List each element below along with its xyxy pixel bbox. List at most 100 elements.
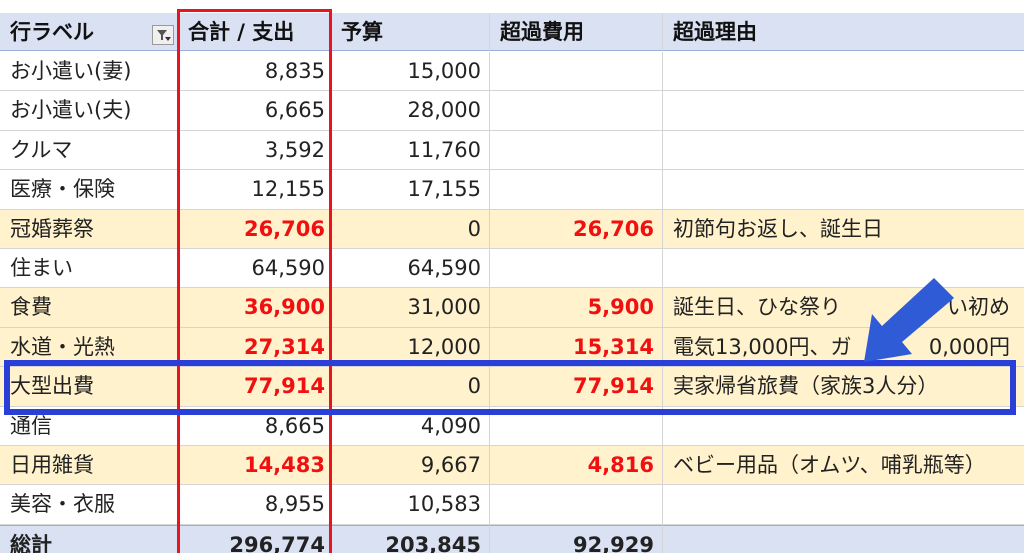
- header-row-label[interactable]: 行ラベル: [0, 13, 178, 51]
- spend-cell[interactable]: 6,665: [178, 91, 331, 131]
- row-label-cell-text: 食費: [10, 295, 52, 320]
- spend-cell[interactable]: 3,592: [178, 130, 331, 171]
- header-row-label-text: 行ラベル: [10, 20, 94, 44]
- reason-cell[interactable]: 初節句お返し、誕生日: [663, 210, 1024, 249]
- row-label-cell[interactable]: 大型出費: [0, 367, 178, 407]
- row-label-cell-text: 大型出費: [10, 374, 94, 399]
- reason-cell-tail-text: い初め: [947, 295, 1010, 320]
- header-spend[interactable]: 合計 / 支出: [178, 13, 331, 51]
- row-label-cell[interactable]: 日用雑貨: [0, 446, 178, 486]
- budget-cell[interactable]: 4,090: [331, 406, 490, 446]
- spend-cell-text: 64,590: [251, 256, 325, 280]
- row-label-cell[interactable]: 医療・保険: [0, 170, 178, 210]
- budget-cell[interactable]: 31,000: [331, 288, 490, 328]
- budget-cell[interactable]: 10,583: [331, 485, 490, 525]
- header-budget[interactable]: 予算: [331, 13, 490, 51]
- budget-cell-text: 17,155: [407, 177, 481, 202]
- spend-cell[interactable]: 26,706: [178, 209, 331, 249]
- spend-cell[interactable]: 27,314: [178, 327, 331, 368]
- row-label-cell-text: 住まい: [10, 256, 73, 280]
- total-excess[interactable]: 92,929: [490, 524, 663, 553]
- budget-cell[interactable]: 9,667: [331, 446, 490, 486]
- excess-cell[interactable]: 77,914: [490, 367, 663, 407]
- excess-cell[interactable]: 4,816: [490, 446, 663, 486]
- budget-cell-text: 11,760: [407, 137, 481, 162]
- total-budget[interactable]: 203,845: [331, 524, 490, 553]
- budget-cell[interactable]: 12,000: [331, 327, 490, 368]
- excess-cell-text: 4,816: [587, 453, 654, 477]
- budget-cell[interactable]: 15,000: [331, 52, 490, 92]
- spend-cell[interactable]: 36,900: [178, 288, 331, 328]
- excess-cell[interactable]: [490, 91, 663, 131]
- row-label-cell-text: 医療・保険: [10, 177, 115, 202]
- total-label[interactable]: 総計: [0, 524, 178, 553]
- budget-cell-text: 4,090: [420, 413, 481, 438]
- row-label-cell[interactable]: 食費: [0, 288, 178, 328]
- budget-cell[interactable]: 64,590: [331, 249, 490, 289]
- row-label-cell-text: お小遣い(夫): [10, 98, 132, 123]
- row-label-cell[interactable]: 水道・光熱: [0, 327, 178, 368]
- spend-cell-text: 77,914: [243, 374, 325, 399]
- budget-cell-text: 28,000: [407, 98, 481, 123]
- excess-cell[interactable]: [490, 249, 663, 289]
- row-label-cell[interactable]: お小遣い(夫): [0, 91, 178, 131]
- total-reason[interactable]: [663, 524, 1024, 553]
- row-label-cell[interactable]: お小遣い(妻): [0, 52, 178, 92]
- budget-cell[interactable]: 28,000: [331, 91, 490, 131]
- reason-cell[interactable]: [663, 170, 1024, 210]
- reason-cell-text: 電気13,000円、ガ: [673, 334, 852, 359]
- excess-cell[interactable]: [490, 170, 663, 210]
- row-label-cell[interactable]: 通信: [0, 406, 178, 446]
- row-label-cell[interactable]: 住まい: [0, 249, 178, 289]
- excess-cell[interactable]: [490, 52, 663, 92]
- filter-dropdown-icon[interactable]: [152, 25, 174, 45]
- reason-cell[interactable]: [663, 131, 1024, 171]
- row-label-cell[interactable]: クルマ: [0, 130, 178, 171]
- pivot-table-sheet: 行ラベル 合計 / 支出 予算 超過費用 超過理由 お小遣い(妻) 8,835 15…: [0, 0, 1024, 553]
- spend-cell-text: 27,314: [243, 334, 325, 359]
- table-row: 日用雑貨 14,483 9,667 4,816 ベビー用品（オムツ、哺乳瓶等）: [0, 446, 1024, 486]
- spend-cell-text: 6,665: [264, 98, 325, 123]
- excess-cell[interactable]: [490, 485, 663, 525]
- excess-cell[interactable]: [490, 406, 663, 446]
- reason-cell[interactable]: [663, 91, 1024, 131]
- spend-cell-text: 12,155: [251, 177, 325, 202]
- header-reason[interactable]: 超過理由: [663, 13, 1024, 51]
- spend-cell[interactable]: 8,955: [178, 485, 331, 525]
- budget-cell-text: 9,667: [420, 453, 481, 477]
- spend-cell[interactable]: 77,914: [178, 367, 331, 407]
- spend-cell-text: 26,706: [243, 216, 325, 241]
- spend-cell-text: 8,665: [264, 413, 325, 438]
- reason-cell[interactable]: 電気13,000円、ガ 0,000円: [663, 328, 1024, 368]
- row-label-cell-text: 水道・光熱: [10, 334, 115, 359]
- reason-cell[interactable]: 誕生日、ひな祭り い初め: [663, 288, 1024, 328]
- header-excess[interactable]: 超過費用: [490, 13, 663, 51]
- reason-cell[interactable]: 実家帰省旅費（家族3人分）: [663, 367, 1024, 407]
- spend-cell[interactable]: 14,483: [178, 446, 331, 486]
- spend-cell[interactable]: 8,835: [178, 52, 331, 92]
- table-row: 通信 8,665 4,090: [0, 406, 1024, 446]
- excess-cell[interactable]: 26,706: [490, 209, 663, 249]
- reason-cell[interactable]: ベビー用品（オムツ、哺乳瓶等）: [663, 446, 1024, 486]
- spend-cell[interactable]: 64,590: [178, 249, 331, 289]
- excess-cell[interactable]: 5,900: [490, 288, 663, 328]
- budget-cell-text: 31,000: [407, 295, 481, 320]
- excess-cell-text: 5,900: [587, 295, 654, 320]
- row-label-cell[interactable]: 冠婚葬祭: [0, 209, 178, 249]
- table-row: クルマ 3,592 11,760: [0, 130, 1024, 171]
- excess-cell[interactable]: 15,314: [490, 327, 663, 368]
- budget-cell-text: 0: [467, 374, 481, 399]
- reason-cell[interactable]: [663, 52, 1024, 92]
- spend-cell[interactable]: 8,665: [178, 406, 331, 446]
- total-spend[interactable]: 296,774: [178, 524, 331, 553]
- budget-cell[interactable]: 0: [331, 209, 490, 249]
- reason-cell[interactable]: [663, 249, 1024, 289]
- row-label-cell[interactable]: 美容・衣服: [0, 485, 178, 525]
- reason-cell[interactable]: [663, 485, 1024, 525]
- excess-cell[interactable]: [490, 130, 663, 171]
- budget-cell[interactable]: 17,155: [331, 170, 490, 210]
- spend-cell[interactable]: 12,155: [178, 170, 331, 210]
- reason-cell[interactable]: [663, 407, 1024, 446]
- budget-cell[interactable]: 0: [331, 367, 490, 407]
- budget-cell[interactable]: 11,760: [331, 130, 490, 171]
